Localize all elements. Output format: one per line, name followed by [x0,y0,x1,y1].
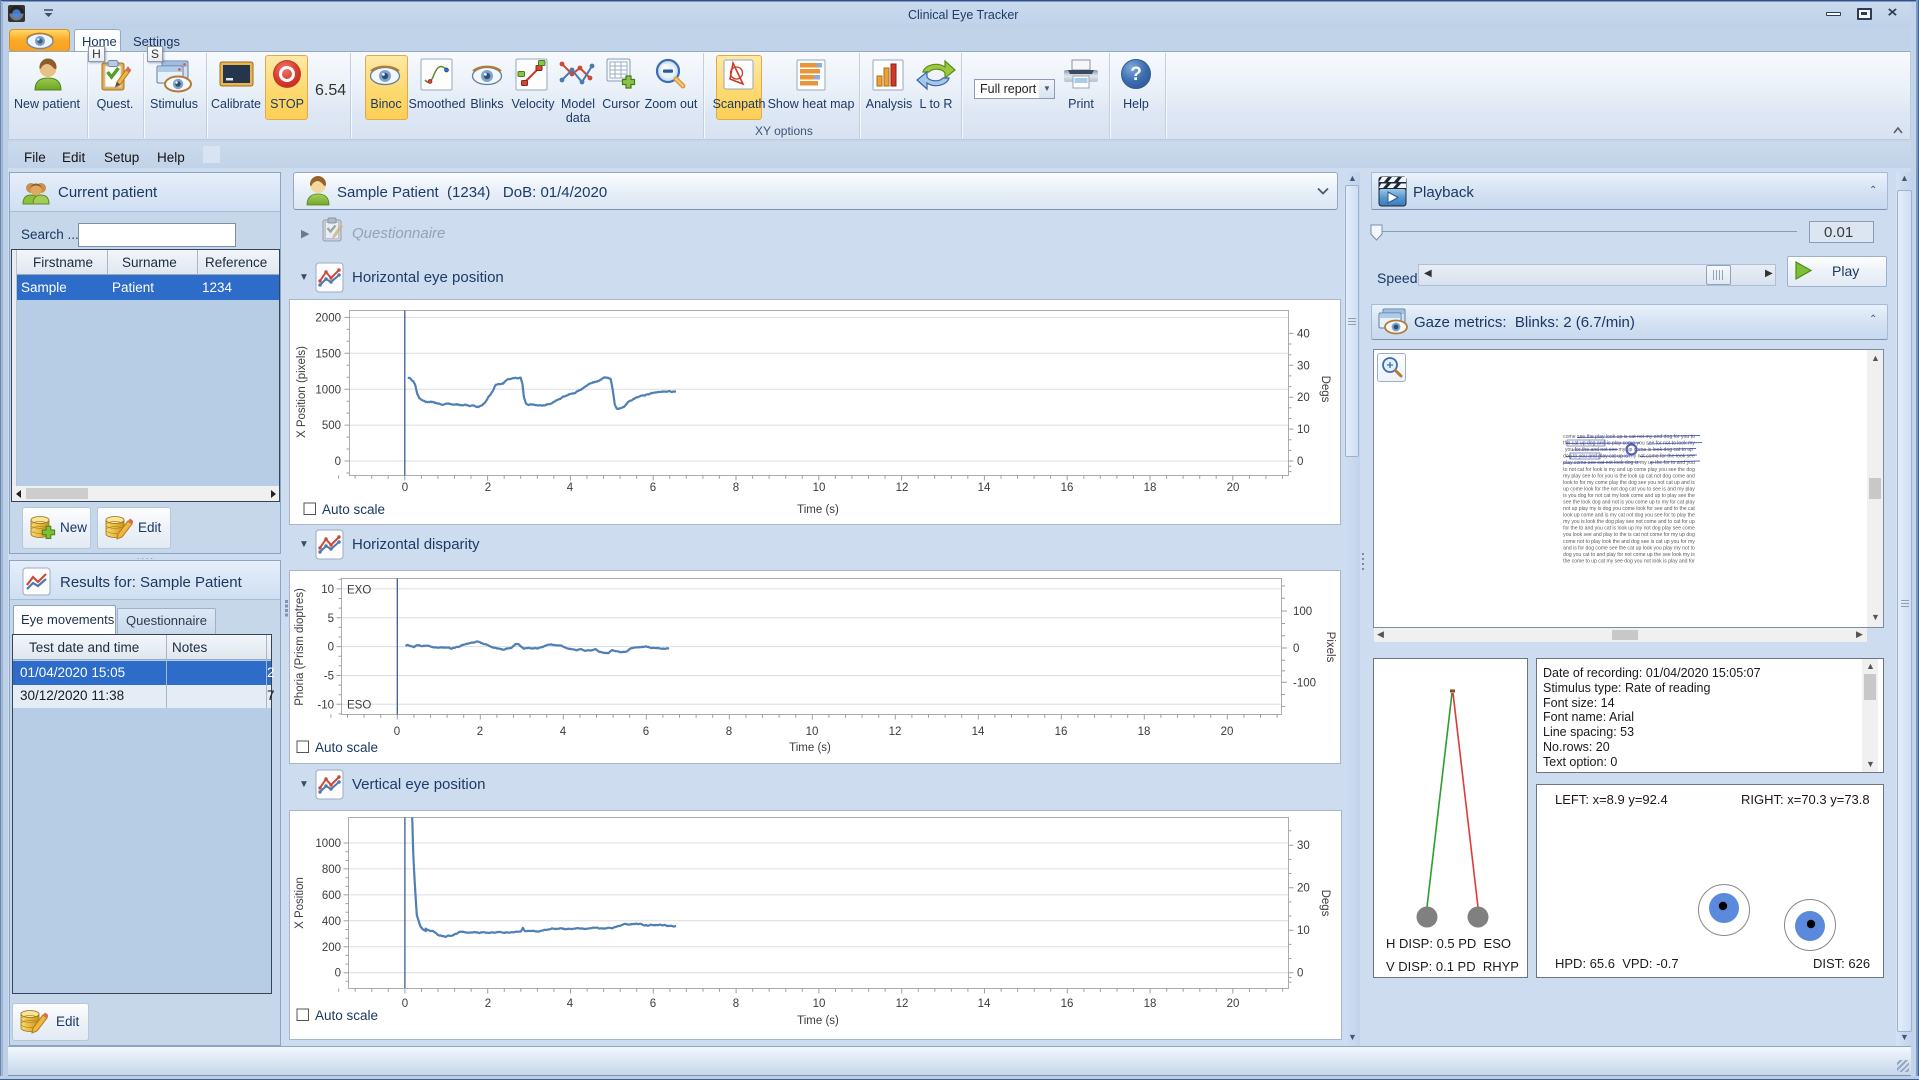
svg-text:X Position: X Position [294,877,306,929]
svg-text:600: 600 [322,890,341,902]
svg-text:4: 4 [560,726,567,738]
svg-text:200: 200 [322,942,341,954]
svg-text:0: 0 [1297,456,1303,468]
svg-text:16: 16 [1061,482,1074,494]
svg-text:16: 16 [1061,998,1074,1010]
svg-text:Auto scale: Auto scale [322,502,385,517]
svg-text:20: 20 [1297,883,1310,895]
svg-text:18: 18 [1144,482,1157,494]
svg-text:Degs: Degs [1319,376,1331,403]
svg-text:30: 30 [1297,360,1310,372]
svg-text:100: 100 [1293,606,1312,618]
svg-text:800: 800 [322,864,341,876]
svg-text:6: 6 [650,998,656,1010]
svg-text:-10: -10 [317,699,334,711]
svg-text:2: 2 [485,482,491,494]
svg-text:0: 0 [402,482,408,494]
svg-text:10: 10 [813,998,826,1010]
svg-text:20: 20 [1297,392,1310,404]
svg-text:12: 12 [896,998,909,1010]
svg-text:-100: -100 [1293,677,1316,689]
svg-text:2: 2 [485,998,491,1010]
svg-text:18: 18 [1144,998,1157,1010]
svg-text:14: 14 [972,726,985,738]
svg-text:1500: 1500 [315,348,341,360]
svg-text:18: 18 [1138,726,1151,738]
svg-text:8: 8 [733,998,739,1010]
svg-text:-5: -5 [324,671,334,683]
svg-text:6: 6 [643,726,649,738]
svg-text:6: 6 [650,482,656,494]
svg-text:Time (s): Time (s) [797,504,839,516]
svg-text:10: 10 [321,584,334,596]
svg-text:2000: 2000 [315,313,341,325]
svg-text:20: 20 [1227,998,1240,1010]
svg-text:EXO: EXO [347,585,371,597]
svg-text:0: 0 [335,968,341,980]
svg-text:0: 0 [1293,643,1299,655]
svg-text:12: 12 [889,726,902,738]
svg-text:8: 8 [733,482,739,494]
svg-text:Pixels: Pixels [1324,632,1336,663]
svg-text:0: 0 [335,456,341,468]
svg-text:30: 30 [1297,840,1310,852]
svg-text:Time (s): Time (s) [789,742,831,754]
svg-text:8: 8 [726,726,732,738]
svg-text:4: 4 [567,998,574,1010]
svg-text:10: 10 [1297,424,1310,436]
svg-text:ESO: ESO [347,700,371,712]
svg-text:0: 0 [328,642,334,654]
svg-text:Phoria (Prism dioptres): Phoria (Prism dioptres) [294,588,306,706]
svg-text:10: 10 [806,726,819,738]
svg-text:14: 14 [978,482,991,494]
svg-text:14: 14 [978,998,991,1010]
svg-text:10: 10 [813,482,826,494]
svg-text:Auto scale: Auto scale [315,740,378,755]
svg-text:Auto scale: Auto scale [315,1008,378,1023]
svg-text:4: 4 [567,482,574,494]
svg-text:1000: 1000 [315,384,341,396]
svg-text:10: 10 [1297,925,1310,937]
svg-text:5: 5 [328,613,334,625]
svg-text:12: 12 [896,482,909,494]
svg-text:0: 0 [394,726,400,738]
svg-text:40: 40 [1297,328,1310,340]
svg-text:16: 16 [1055,726,1068,738]
svg-text:0: 0 [1297,968,1303,980]
svg-text:X Position (pixels): X Position (pixels) [296,346,308,438]
svg-text:0: 0 [402,998,408,1010]
svg-text:20: 20 [1227,482,1240,494]
svg-text:20: 20 [1221,726,1234,738]
svg-text:Time (s): Time (s) [797,1015,839,1027]
svg-text:2: 2 [477,726,483,738]
svg-text:Degs: Degs [1319,890,1331,917]
svg-text:400: 400 [322,916,341,928]
svg-text:500: 500 [322,420,341,432]
svg-text:1000: 1000 [315,838,341,850]
